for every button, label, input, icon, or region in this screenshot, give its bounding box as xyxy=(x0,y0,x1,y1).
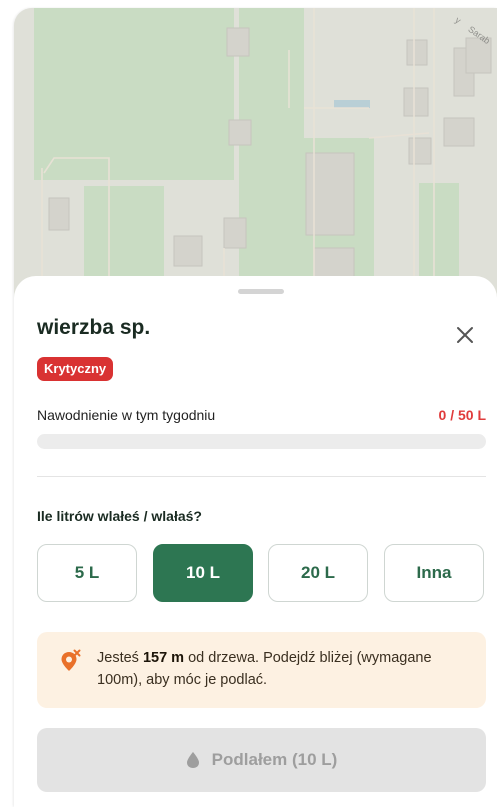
location-off-icon xyxy=(61,649,81,671)
notice-distance: 157 m xyxy=(142,650,185,666)
volume-5l-button[interactable]: 5 L xyxy=(37,544,137,602)
watering-progress-bar xyxy=(37,434,486,449)
notice-prefix: Jesteś xyxy=(97,650,139,666)
watering-value: 0 / 50 L xyxy=(438,407,486,423)
tree-details-sheet: wierzba sp. Krytyczny Nawodnienie w tym … xyxy=(14,276,497,807)
volume-20l-button[interactable]: 20 L xyxy=(268,544,368,602)
volume-10l-button[interactable]: 10 L xyxy=(153,544,253,602)
map-pool xyxy=(334,100,370,108)
divider xyxy=(37,476,486,477)
notice-text: Jesteś 157 m od drzewa. Podejdź bliżej (… xyxy=(97,647,467,691)
app-frame: y Sarab wierzba sp. Krytyczny Nawodnieni… xyxy=(14,8,497,807)
volume-other-button[interactable]: Inna xyxy=(384,544,484,602)
water-drop-icon xyxy=(186,752,199,768)
sheet-drag-handle[interactable] xyxy=(238,289,284,294)
submit-watering-button[interactable]: Podlałem (10 L) xyxy=(37,728,486,792)
tree-name: wierzba sp. xyxy=(37,316,151,339)
watering-label: Nawodnienie w tym tygodniu xyxy=(37,407,216,423)
volume-question: Ile litrów wlałeś / wlałaś? xyxy=(37,508,202,524)
close-icon[interactable] xyxy=(454,324,476,346)
status-badge: Krytyczny xyxy=(37,357,114,381)
submit-watering-label: Podlałem (10 L) xyxy=(211,750,338,769)
distance-notice: Jesteś 157 m od drzewa. Podejdź bliżej (… xyxy=(37,632,486,708)
map-view[interactable]: y Sarab xyxy=(14,8,497,308)
